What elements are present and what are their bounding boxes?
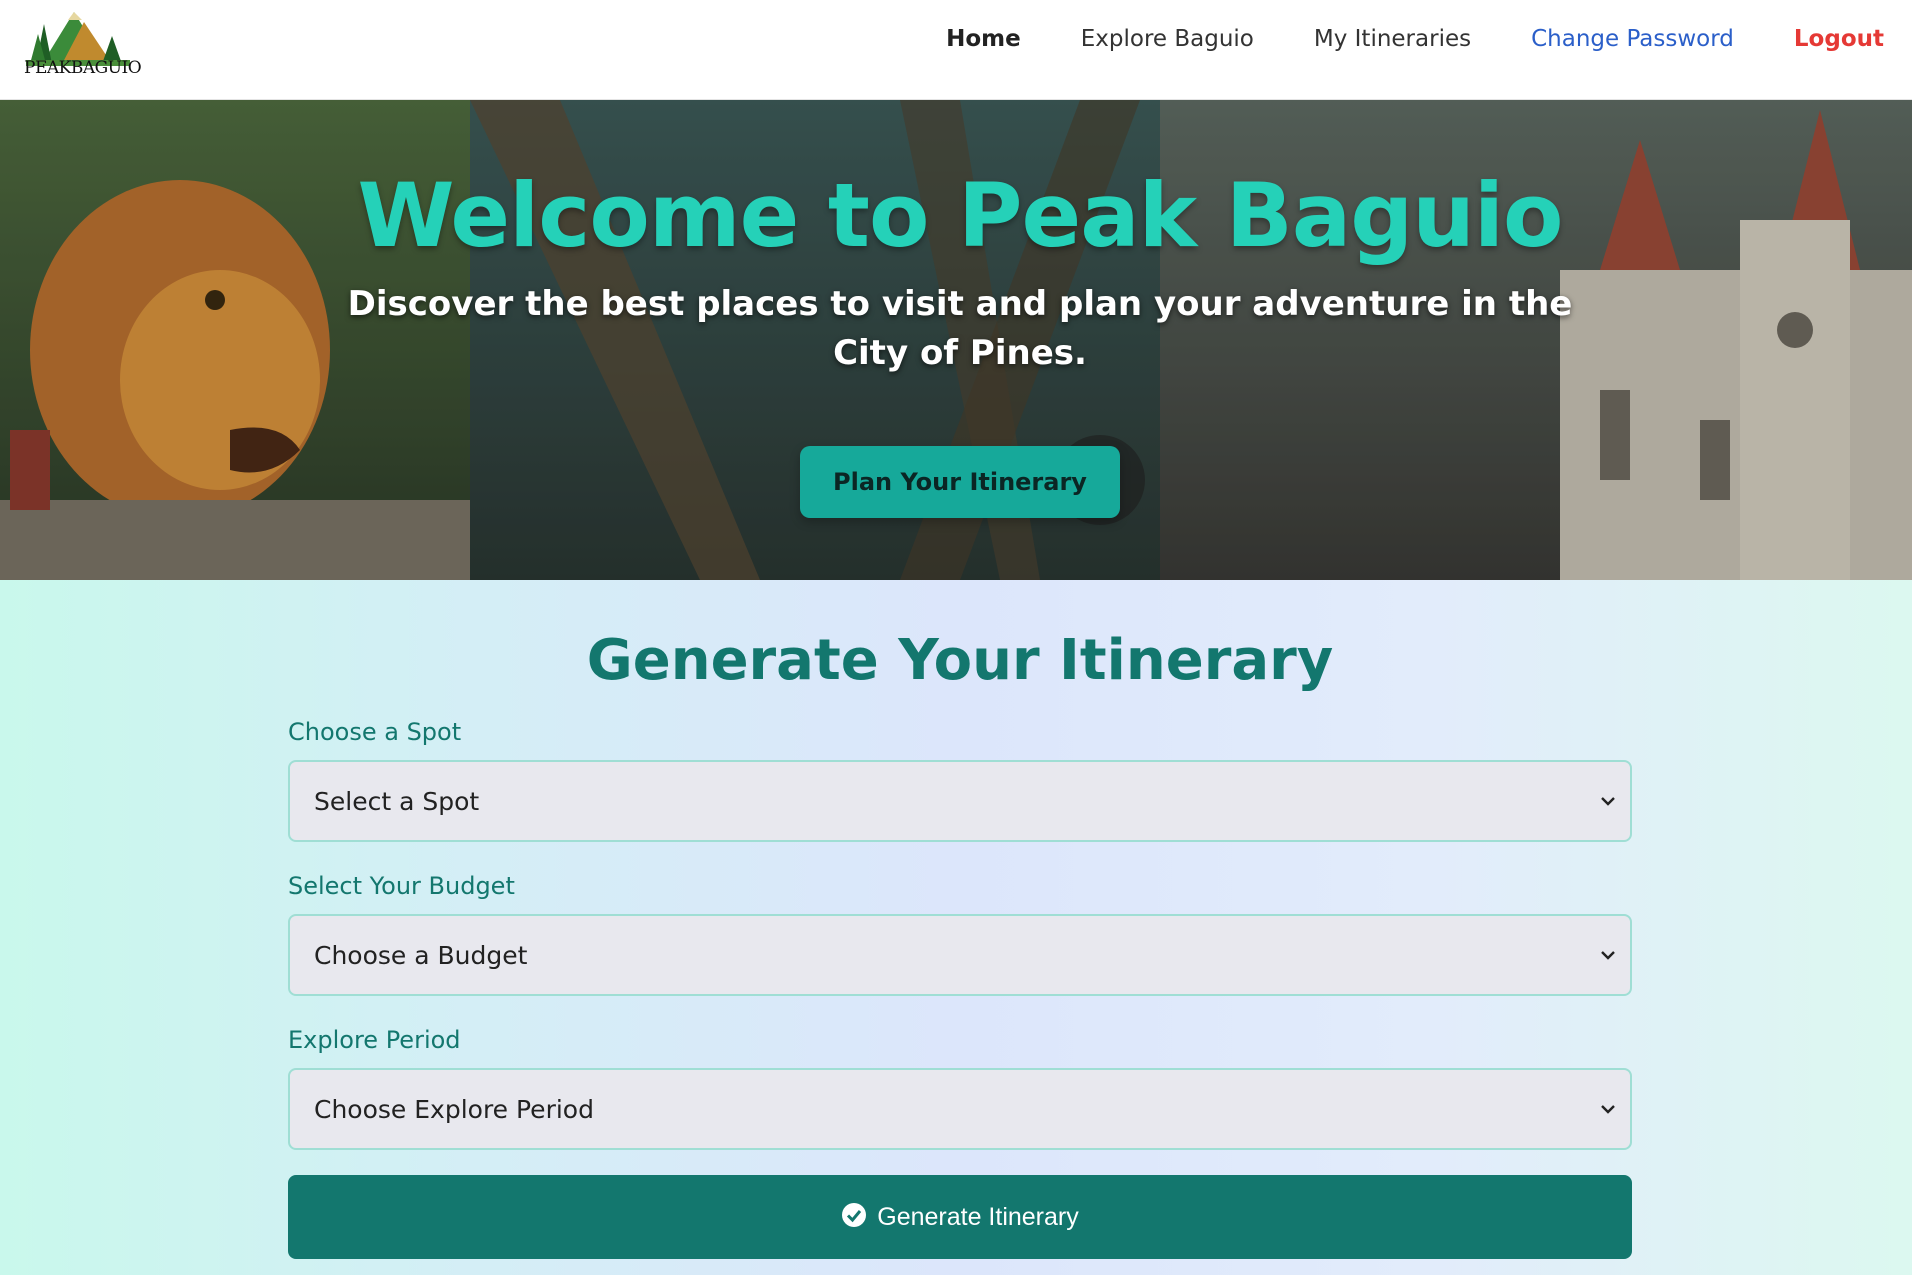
nav-change-password[interactable]: Change Password (1531, 26, 1734, 52)
chevron-down-icon (1601, 797, 1615, 806)
budget-select[interactable]: Choose a Budget (288, 914, 1632, 996)
budget-select-value: Choose a Budget (314, 941, 528, 970)
chevron-down-icon (1601, 1105, 1615, 1114)
explore-period-select[interactable]: Choose Explore Period (288, 1068, 1632, 1150)
spot-select-value: Select a Spot (314, 787, 480, 816)
navbar: PEAKBAGUIO Home Explore Baguio My Itiner… (0, 0, 1912, 100)
nav-explore-baguio[interactable]: Explore Baguio (1081, 26, 1254, 52)
chevron-down-icon (1601, 951, 1615, 960)
brand-name: PEAKBAGUIO (24, 58, 142, 78)
check-circle-icon (842, 1203, 867, 1228)
itinerary-form-section: Generate Your Itinerary Choose a Spot Se… (0, 580, 1912, 1275)
budget-label: Select Your Budget (288, 872, 515, 900)
spot-select[interactable]: Select a Spot (288, 760, 1632, 842)
mountain-pine-logo-icon (26, 12, 130, 66)
nav-links: Home Explore Baguio My Itineraries Chang… (886, 26, 1884, 52)
generate-itinerary-button[interactable]: Generate Itinerary (288, 1175, 1632, 1259)
explore-period-label: Explore Period (288, 1026, 461, 1054)
hero-title: Welcome to Peak Baguio (357, 164, 1563, 267)
hero-subtitle: Discover the best places to visit and pl… (347, 284, 1573, 373)
plan-itinerary-button[interactable]: Plan Your Itinerary (800, 446, 1120, 518)
spot-label: Choose a Spot (288, 718, 462, 746)
hero-banner: Welcome to Peak Baguio Discover the best… (0, 100, 1912, 580)
nav-logout[interactable]: Logout (1794, 26, 1884, 52)
generate-itinerary-label: Generate Itinerary (877, 1203, 1079, 1231)
nav-home[interactable]: Home (946, 26, 1021, 52)
form-title: Generate Your Itinerary (586, 628, 1334, 693)
generate-itinerary-content: Generate Itinerary (288, 1203, 1632, 1232)
nav-my-itineraries[interactable]: My Itineraries (1314, 26, 1471, 52)
explore-period-select-value: Choose Explore Period (314, 1095, 594, 1124)
